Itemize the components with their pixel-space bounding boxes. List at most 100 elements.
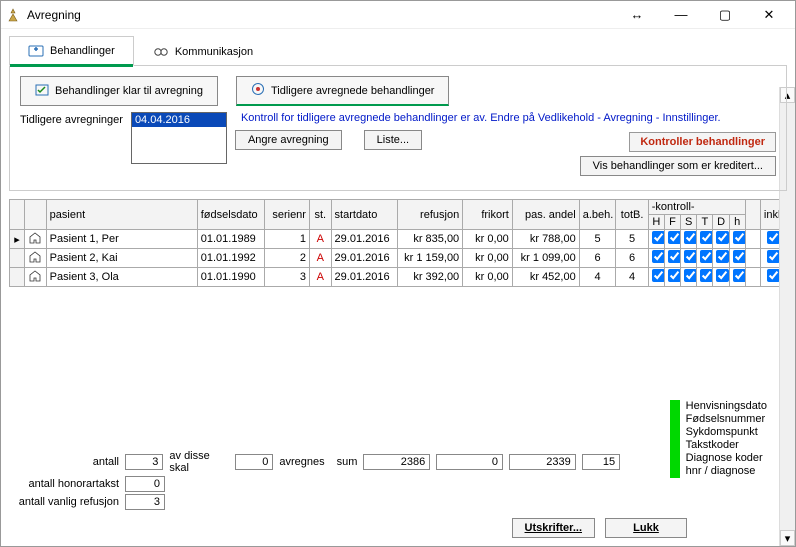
- row-icon[interactable]: [25, 268, 47, 287]
- col-pasient[interactable]: pasient: [46, 200, 197, 230]
- minimize-button[interactable]: —: [659, 2, 703, 28]
- cell-frikort: kr 0,00: [463, 249, 513, 268]
- check-cell[interactable]: [713, 249, 729, 268]
- check-cell[interactable]: [729, 230, 745, 249]
- col-F[interactable]: F: [664, 215, 680, 230]
- maximize-button[interactable]: ▢: [703, 2, 747, 28]
- legend: HenvisningsdatoFødselsnummerSykdomspunkt…: [670, 400, 767, 478]
- check-cell[interactable]: [648, 249, 664, 268]
- check-box[interactable]: [700, 269, 713, 282]
- close-button[interactable]: ✕: [747, 2, 791, 28]
- col-S[interactable]: S: [681, 215, 697, 230]
- show-credited-button[interactable]: Vis behandlinger som er kreditert...: [580, 156, 776, 176]
- check-cell[interactable]: [697, 268, 713, 287]
- check-cell[interactable]: [697, 249, 713, 268]
- check-box[interactable]: [652, 231, 665, 244]
- col-frikort[interactable]: frikort: [463, 200, 513, 230]
- av-disse-label: av disse skal: [169, 450, 229, 474]
- table-row[interactable]: ▸Pasient 1, Per01.01.19891A29.01.2016kr …: [10, 230, 787, 249]
- check-box[interactable]: [733, 269, 746, 282]
- print-button[interactable]: Utskrifter...: [512, 518, 595, 538]
- col-H[interactable]: H: [648, 215, 664, 230]
- check-cell[interactable]: [729, 268, 745, 287]
- resize-button[interactable]: ↔: [615, 2, 659, 28]
- col-D[interactable]: D: [713, 215, 729, 230]
- col-fodselsdato[interactable]: fødselsdato: [197, 200, 264, 230]
- check-box[interactable]: [684, 231, 697, 244]
- cell-abeh: 5: [579, 230, 616, 249]
- check-box[interactable]: [733, 250, 746, 263]
- legend-item: hnr / diagnose: [686, 465, 767, 478]
- check-box[interactable]: [716, 231, 729, 244]
- check-cell[interactable]: [648, 230, 664, 249]
- sum-frikort: 0: [436, 454, 503, 470]
- sum-beh: 15: [582, 454, 620, 470]
- check-treatments-button[interactable]: Kontroller behandlinger: [629, 132, 776, 152]
- sub-tabs: Behandlinger klar til avregning Tidliger…: [20, 76, 776, 106]
- subtab-previous[interactable]: Tidligere avregnede behandlinger: [236, 76, 450, 106]
- close-dialog-button[interactable]: Lukk: [605, 518, 687, 538]
- col-totb[interactable]: totB.: [616, 200, 648, 230]
- undo-settlement-button[interactable]: Angre avregning: [235, 130, 342, 150]
- check-cell[interactable]: [664, 230, 680, 249]
- check-cell[interactable]: [681, 249, 697, 268]
- row-selector[interactable]: [10, 249, 25, 268]
- app-icon: [5, 7, 21, 23]
- row-icon[interactable]: [25, 249, 47, 268]
- cell-fodselsdato: 01.01.1990: [197, 268, 264, 287]
- check-box[interactable]: [767, 250, 780, 263]
- col-refusjon[interactable]: refusjon: [398, 200, 463, 230]
- check-box[interactable]: [700, 250, 713, 263]
- table-row[interactable]: Pasient 2, Kai01.01.19922A29.01.2016kr 1…: [10, 249, 787, 268]
- check-box[interactable]: [652, 250, 665, 263]
- subtab-ready[interactable]: Behandlinger klar til avregning: [20, 76, 218, 106]
- tab-kommunikasjon[interactable]: Kommunikasjon: [134, 36, 272, 66]
- list-button[interactable]: Liste...: [364, 130, 422, 150]
- col-pas-andel[interactable]: pas. andel: [512, 200, 579, 230]
- check-cell[interactable]: [681, 230, 697, 249]
- check-cell[interactable]: [664, 268, 680, 287]
- cell-frikort: kr 0,00: [463, 268, 513, 287]
- row-selector[interactable]: [10, 268, 25, 287]
- selected-date[interactable]: 04.04.2016: [132, 113, 226, 127]
- check-box[interactable]: [716, 250, 729, 263]
- col-abeh[interactable]: a.beh.: [579, 200, 616, 230]
- row-icon[interactable]: [25, 230, 47, 249]
- table-row[interactable]: Pasient 3, Ola01.01.19903A29.01.2016kr 3…: [10, 268, 787, 287]
- check-box[interactable]: [684, 250, 697, 263]
- bottom-panel: antall 3 av disse skal 0 avregnes sum 23…: [9, 450, 787, 538]
- check-cell[interactable]: [697, 230, 713, 249]
- check-cell[interactable]: [681, 268, 697, 287]
- window-buttons: ↔ — ▢ ✕: [615, 2, 791, 28]
- col-st[interactable]: st.: [309, 200, 331, 230]
- check-box[interactable]: [716, 269, 729, 282]
- cell-abeh: 4: [579, 268, 616, 287]
- col-T[interactable]: T: [697, 215, 713, 230]
- cell-refusjon: kr 835,00: [398, 230, 463, 249]
- check-box[interactable]: [733, 231, 746, 244]
- check-box[interactable]: [767, 231, 780, 244]
- treatments-grid: pasient fødselsdato serienr st. startdat…: [9, 199, 787, 287]
- col-serienr[interactable]: serienr: [264, 200, 309, 230]
- check-box[interactable]: [684, 269, 697, 282]
- check-cell[interactable]: [648, 268, 664, 287]
- check-box[interactable]: [668, 231, 681, 244]
- row-selector[interactable]: ▸: [10, 230, 25, 249]
- prev-settlements-label: Tidligere avregninger: [20, 112, 123, 126]
- check-box[interactable]: [668, 250, 681, 263]
- cell-totb: 6: [616, 249, 648, 268]
- check-box[interactable]: [652, 269, 665, 282]
- check-box[interactable]: [767, 269, 780, 282]
- check-box[interactable]: [668, 269, 681, 282]
- col-h[interactable]: h: [729, 215, 745, 230]
- check-cell[interactable]: [713, 268, 729, 287]
- check-cell[interactable]: [729, 249, 745, 268]
- prev-settlements-list[interactable]: 04.04.2016: [131, 112, 227, 164]
- check-cell[interactable]: [713, 230, 729, 249]
- check-box[interactable]: [700, 231, 713, 244]
- col-rowicon: [25, 200, 47, 230]
- tab-behandlinger[interactable]: Behandlinger: [9, 36, 134, 66]
- col-startdato[interactable]: startdato: [331, 200, 398, 230]
- cell-pasient: Pasient 2, Kai: [46, 249, 197, 268]
- check-cell[interactable]: [664, 249, 680, 268]
